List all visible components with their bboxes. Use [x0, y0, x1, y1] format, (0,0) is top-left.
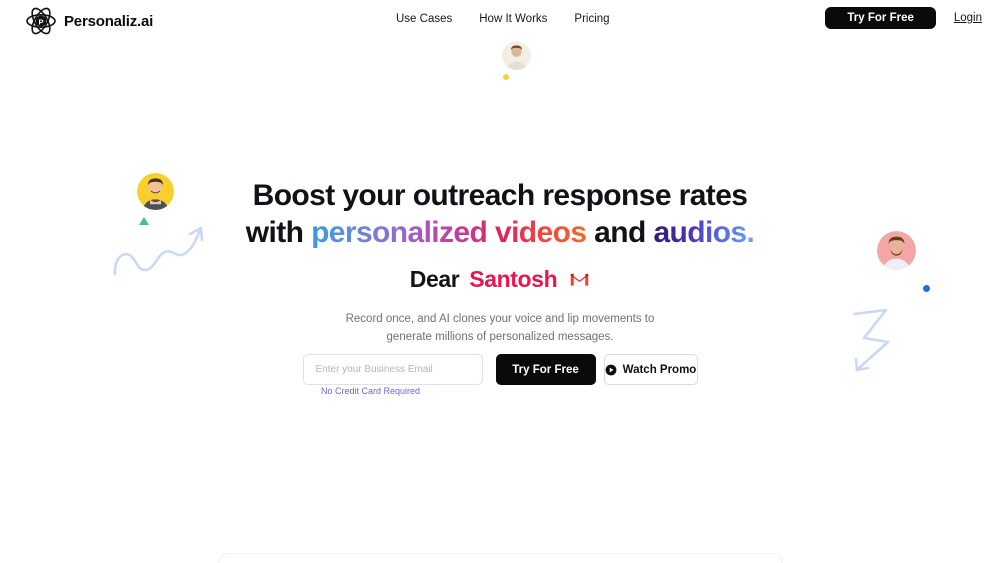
greeting-name: Santosh: [469, 266, 558, 292]
avatar-top-cream: [502, 41, 531, 70]
page-root: P Personaliz.ai Use Cases How It Works P…: [0, 0, 1000, 563]
hero-section: Boost your outreach response rates with …: [0, 0, 1000, 563]
yellow-dot: [503, 74, 509, 80]
hero-subtitle-line-2: generate millions of personalized messag…: [386, 330, 614, 343]
below-fold-card-edge: [218, 553, 783, 563]
greeting-salutation: Dear: [409, 266, 460, 292]
headline-line-1: Boost your outreach response rates: [252, 179, 748, 212]
headline-gradient-videos: personalized videos: [311, 215, 587, 249]
business-email-input[interactable]: [302, 354, 483, 385]
wavy-arrow-squiggle: [112, 222, 210, 277]
watch-promo-button[interactable]: Watch Promo: [603, 354, 698, 385]
blue-dot: [923, 285, 930, 292]
avatar-right-pink: [877, 231, 916, 270]
headline-line-2-prefix: with: [245, 215, 312, 249]
hero-try-for-free-button[interactable]: Try For Free: [495, 354, 596, 385]
hero-subtitle-line-1: Record once, and AI clones your voice an…: [345, 313, 655, 325]
no-credit-card-note: No Credit Card Required: [321, 386, 421, 396]
headline-line-2-mid: and: [586, 215, 654, 249]
zigzag-squiggle: [848, 305, 900, 375]
watch-promo-label: Watch Promo: [622, 363, 697, 376]
gmail-icon: [567, 271, 590, 288]
play-circle-icon: [605, 364, 617, 376]
headline-gradient-audios: audios.: [653, 215, 755, 249]
avatar-left-yellow: [137, 173, 174, 210]
